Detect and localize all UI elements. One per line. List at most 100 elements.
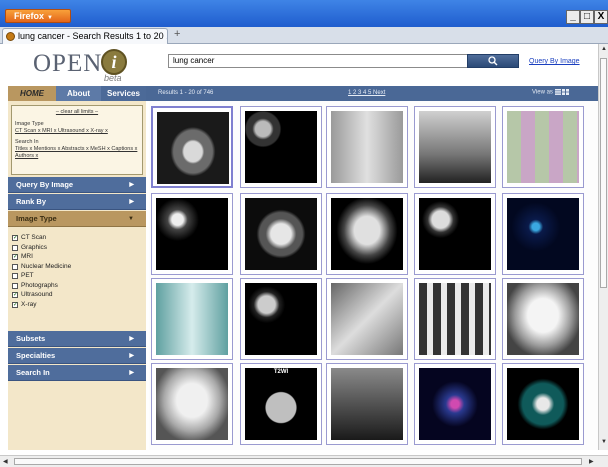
horizontal-scroll-thumb[interactable] — [14, 458, 582, 465]
sidebar-search-in-label: Search In — [16, 368, 50, 377]
image-type-option[interactable]: PET — [12, 271, 142, 281]
checkbox[interactable] — [12, 263, 18, 270]
image-type-option-label: Photographs — [21, 281, 58, 289]
search-button[interactable] — [467, 54, 519, 68]
thumbnail-label: T2WI — [273, 369, 289, 375]
scroll-up-icon[interactable]: ▲ — [601, 46, 607, 52]
chevron-right-icon: ▶ — [129, 182, 134, 188]
result-thumbnail[interactable] — [414, 106, 496, 188]
result-thumbnail[interactable] — [326, 363, 408, 445]
firefox-menu-label: Firefox — [14, 11, 45, 21]
result-thumbnail[interactable] — [151, 363, 233, 445]
chevron-right-icon: ▶ — [129, 353, 134, 359]
result-thumbnail[interactable] — [414, 278, 496, 360]
result-thumbnail[interactable] — [326, 278, 408, 360]
xray-chest-composite-image — [331, 111, 403, 183]
pagination[interactable]: 1 2 3 4 5 Next — [348, 90, 385, 96]
checkbox[interactable] — [12, 282, 18, 289]
result-thumbnail[interactable] — [502, 363, 584, 445]
vertical-scrollbar[interactable]: ▲ ▼ — [598, 44, 608, 450]
clear-all-limits-link[interactable]: – clear all limits – — [15, 109, 139, 116]
query-by-image-link[interactable]: Query By Image — [529, 58, 580, 65]
view-as-label: View as — [532, 89, 553, 96]
minimize-button[interactable]: _ — [566, 10, 580, 24]
sidebar-subsets[interactable]: Subsets ▶ — [8, 331, 146, 347]
image-type-option[interactable]: ✓ CT Scan — [12, 233, 142, 243]
chevron-down-icon: ▼ — [128, 216, 134, 222]
result-thumbnail[interactable] — [240, 193, 322, 275]
site-header: OPEN i beta lung cancer Query By Image — [0, 44, 598, 84]
logo-beta: beta — [104, 73, 122, 83]
result-thumbnail[interactable] — [502, 193, 584, 275]
checkbox-checked[interactable]: ✓ — [12, 254, 18, 260]
ct-chest-axial-image — [157, 112, 229, 184]
checkbox[interactable] — [12, 244, 18, 251]
sidebar-image-type[interactable]: Image Type ▼ — [8, 211, 146, 227]
chevron-down-icon: ▼ — [47, 15, 53, 21]
checkbox-checked[interactable]: ✓ — [12, 235, 18, 241]
grid-view-icon[interactable] — [562, 89, 570, 95]
image-type-option[interactable]: Photographs — [12, 281, 142, 291]
result-thumbnail[interactable] — [240, 106, 322, 188]
browser-titlebar: Firefox ▼ _ □ X — [0, 0, 608, 27]
search-in-limits[interactable]: Titles x Mentions x Abstracts x MeSH x C… — [15, 146, 139, 160]
list-view-icon[interactable] — [554, 89, 561, 95]
maximize-button[interactable]: □ — [580, 10, 594, 24]
result-thumbnail[interactable] — [151, 193, 233, 275]
result-thumbnail[interactable] — [326, 193, 408, 275]
image-type-option-label: Nuclear Medicine — [21, 262, 72, 270]
checkbox-checked[interactable]: ✓ — [12, 292, 18, 298]
image-type-option[interactable]: ✓ X-ray — [12, 300, 142, 310]
nav-about[interactable]: About — [56, 86, 101, 101]
nav-home[interactable]: HOME — [8, 86, 56, 101]
xray-composite-image — [331, 283, 403, 355]
result-thumbnail[interactable] — [414, 363, 496, 445]
image-type-option-label: MRI — [21, 253, 33, 260]
search-input[interactable]: lung cancer — [168, 54, 468, 68]
result-thumbnail[interactable] — [240, 278, 322, 360]
nuclear-medicine-grid-image — [156, 198, 228, 270]
xray-chest-2-image — [507, 283, 579, 355]
result-thumbnail[interactable] — [326, 106, 408, 188]
view-as-control[interactable]: View as — [532, 89, 570, 96]
image-type-option[interactable]: Graphics — [12, 243, 142, 253]
image-type-limits[interactable]: CT Scan x MRI x Ultrasound x X-ray x — [15, 128, 139, 135]
new-tab-button[interactable]: + — [174, 28, 180, 40]
result-thumbnail[interactable] — [414, 193, 496, 275]
browser-tab[interactable]: lung cancer - Search Results 1 to 20 ... — [2, 28, 168, 44]
image-type-option[interactable]: ✓ MRI — [12, 252, 142, 262]
sidebar-rank-by[interactable]: Rank By ▶ — [8, 194, 146, 210]
search-in-limit-label: Search In — [15, 139, 39, 145]
image-type-option[interactable]: Nuclear Medicine — [12, 262, 142, 272]
sidebar-query-by-image[interactable]: Query By Image ▶ — [8, 177, 146, 193]
nav-bar: HOME About Services Results 1 - 20 of 74… — [8, 86, 598, 101]
close-button[interactable]: X — [594, 10, 608, 24]
result-thumbnail[interactable] — [502, 106, 584, 188]
sidebar-specialties[interactable]: Specialties ▶ — [8, 348, 146, 364]
image-type-options: ✓ CT Scan Graphics ✓ MRI Nuclear Medicine PET P… — [12, 233, 142, 329]
scroll-down-icon[interactable]: ▼ — [601, 439, 607, 445]
sidebar-search-in[interactable]: Search In ▶ — [8, 365, 146, 381]
vertical-scroll-thumb[interactable] — [600, 58, 607, 288]
scroll-left-icon[interactable]: ◀ — [3, 458, 8, 465]
xray-skeleton-grid-image — [419, 283, 491, 355]
image-type-option-label: CT Scan — [21, 234, 47, 241]
checkbox-checked[interactable]: ✓ — [12, 301, 18, 308]
firefox-menu-button[interactable]: Firefox ▼ — [5, 9, 71, 23]
result-thumbnail[interactable] — [151, 278, 233, 360]
sidebar-specialties-label: Specialties — [16, 351, 56, 360]
scroll-right-icon[interactable]: ▶ — [589, 458, 594, 465]
result-thumbnail[interactable] — [151, 106, 233, 188]
ct-chest-dark-image — [507, 368, 579, 440]
histology-grid-image — [507, 111, 579, 183]
nav-services[interactable]: Services — [101, 86, 146, 101]
checkbox[interactable] — [12, 273, 18, 279]
chevron-right-icon: ▶ — [129, 370, 134, 376]
tab-bar: lung cancer - Search Results 1 to 20 ...… — [0, 27, 608, 44]
ct-chest-grid-image — [245, 111, 317, 183]
xray-chest-multi-image — [419, 111, 491, 183]
image-type-option[interactable]: ✓ Ultrasound — [12, 290, 142, 300]
horizontal-scrollbar[interactable]: ◀ ▶ — [0, 455, 608, 467]
result-thumbnail[interactable]: T2WI — [240, 363, 322, 445]
result-thumbnail[interactable] — [502, 278, 584, 360]
